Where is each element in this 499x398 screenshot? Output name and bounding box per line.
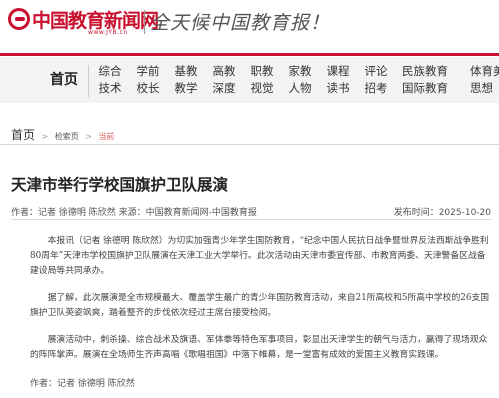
nav-column: 综合 技术 [90, 63, 130, 97]
nav-link[interactable]: 视觉 [242, 80, 282, 97]
nav-link[interactable]: 高教 [204, 63, 244, 80]
nav-link[interactable]: 人物 [280, 80, 320, 97]
article-paragraph: 据了解，此次展演是全市规模最大、覆盖学生最广的青少年国防教育活动，来自21所高校… [30, 293, 490, 318]
site-slogan: 全天候中国教育报！ [150, 12, 331, 34]
nav-top-rule [0, 53, 499, 56]
nav-link[interactable]: 技术 [90, 80, 130, 97]
nav-link[interactable]: 思想 [470, 80, 499, 97]
nav-link[interactable]: 国际教育 [400, 80, 450, 97]
article-title: 天津市举行学校国旗护卫队展演 [11, 176, 229, 194]
nav-column: 基教 教学 [166, 63, 206, 97]
article-paragraph: 展演活动中，刺杀操、综合战术及旗语、军体拳等特色军事项目，彰显出天津学生的朝气与… [30, 335, 488, 360]
logo-divider [144, 10, 145, 34]
nav-column: 民族教育 国际教育 [400, 63, 450, 97]
nav-link[interactable]: 课程 [318, 63, 358, 80]
nav-column: 体育美 思想 [470, 63, 499, 97]
nav-column: 学前 校长 [128, 63, 168, 97]
breadcrumb-home[interactable]: 首页 [11, 128, 35, 142]
nav-link[interactable]: 基教 [166, 63, 206, 80]
nav-divider [88, 65, 89, 97]
nav-link[interactable]: 体育美 [470, 63, 499, 80]
breadcrumb-separator: > [41, 132, 49, 141]
nav-link[interactable]: 综合 [90, 63, 130, 80]
nav-link[interactable]: 校长 [128, 80, 168, 97]
nav-link[interactable]: 招考 [356, 80, 396, 97]
nav-link[interactable]: 家教 [280, 63, 320, 80]
nav-column: 评论 招考 [356, 63, 396, 97]
breadcrumb-rule [0, 144, 499, 145]
nav-link[interactable]: 教学 [166, 80, 206, 97]
breadcrumb-separator: > [85, 132, 92, 141]
breadcrumb-item[interactable]: 检索页 [55, 132, 79, 141]
site-header: 中国教育新闻网 www.JYB.cn 全天候中国教育报！ [0, 0, 499, 46]
breadcrumb-current: 当前 [98, 132, 115, 141]
nav-link[interactable]: 深度 [204, 80, 244, 97]
article-byline: 作者：记者 徐德明 陈欣然 [30, 379, 135, 389]
logo-icon[interactable] [8, 8, 30, 30]
main-nav: 首页 综合 技术 学前 校长 基教 教学 高教 深度 职教 视觉 家教 人物 课… [0, 57, 499, 103]
nav-column: 课程 读书 [318, 63, 358, 97]
nav-link[interactable]: 职教 [242, 63, 282, 80]
nav-column: 家教 人物 [280, 63, 320, 97]
article-paragraph: 本报讯（记者 徐德明 陈欣然）为切实加强青少年学生国防教育，“纪念中国人民抗日战… [30, 236, 489, 276]
nav-link[interactable]: 学前 [128, 63, 168, 80]
article-meta: 作者：记者 徐德明 陈欣然 来源：中国教育新闻网-中国教育报 发布时间：2025… [11, 205, 491, 218]
nav-column: 职教 视觉 [242, 63, 282, 97]
nav-link[interactable]: 评论 [356, 63, 396, 80]
nav-link[interactable]: 读书 [318, 80, 358, 97]
breadcrumb: 首页 > 检索页 > 当前 [11, 126, 114, 143]
article-author-source: 作者：记者 徐德明 陈欣然 来源：中国教育新闻网-中国教育报 [11, 208, 257, 218]
meta-rule [11, 219, 491, 220]
article-date: 发布时间：2025-10-20 [393, 208, 491, 218]
nav-home-link[interactable]: 首页 [50, 69, 78, 89]
site-url: www.JYB.cn [88, 29, 128, 36]
nav-column: 高教 深度 [204, 63, 244, 97]
nav-link[interactable]: 民族教育 [400, 63, 450, 80]
